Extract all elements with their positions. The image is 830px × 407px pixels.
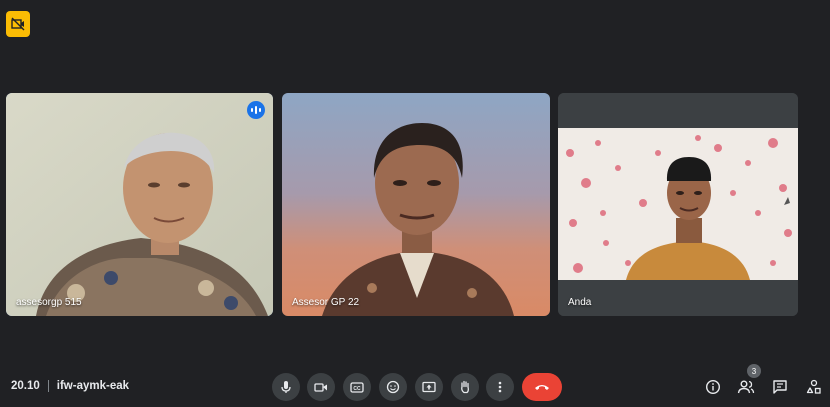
chat-icon [773,380,787,394]
participant-video-3 [558,93,798,316]
participant-name: assesorgp 515 [16,297,82,308]
participant-tile-2[interactable]: Assesor GP 22 [282,93,550,316]
meeting-info: 20.10 ifw-aymk-eak [11,380,129,392]
participant-name: Assesor GP 22 [292,297,360,308]
meeting-time: 20.10 [11,380,40,392]
more-options-button[interactable] [486,373,514,401]
info-icon [705,379,721,395]
participant-tile-3[interactable]: Anda [558,93,798,316]
participant-tile-1[interactable]: assesorgp 515 [6,93,273,316]
captions-icon: CC [350,382,364,393]
raise-hand-icon [461,380,469,394]
end-call-icon [535,385,549,390]
emoji-button[interactable] [379,373,407,401]
chat-button[interactable] [770,377,790,397]
more-options-icon [498,381,502,393]
mic-icon [281,381,291,393]
participant-video-2 [282,93,550,316]
info-button[interactable] [703,377,723,397]
participant-name: Anda [568,297,592,308]
emoji-icon [386,380,400,394]
activities-icon [806,379,821,394]
participant-video-1 [6,93,273,316]
svg-text:CC: CC [353,386,361,392]
activities-button[interactable] [804,377,824,397]
meeting-code[interactable]: ifw-aymk-eak [57,380,129,392]
people-icon [737,380,755,394]
present-button[interactable] [415,373,443,401]
recording-icon [11,17,25,31]
raise-hand-button[interactable] [451,373,479,401]
camera-button[interactable] [307,373,335,401]
mic-button[interactable] [272,373,300,401]
end-call-button[interactable] [522,373,562,401]
speaking-indicator-icon [247,101,265,119]
people-button[interactable] [736,377,756,397]
camera-icon [314,383,327,392]
divider [47,380,49,392]
present-icon [422,381,436,393]
recording-indicator[interactable] [6,11,30,37]
people-count-badge: 3 [747,364,761,378]
captions-button[interactable]: CC [343,373,371,401]
